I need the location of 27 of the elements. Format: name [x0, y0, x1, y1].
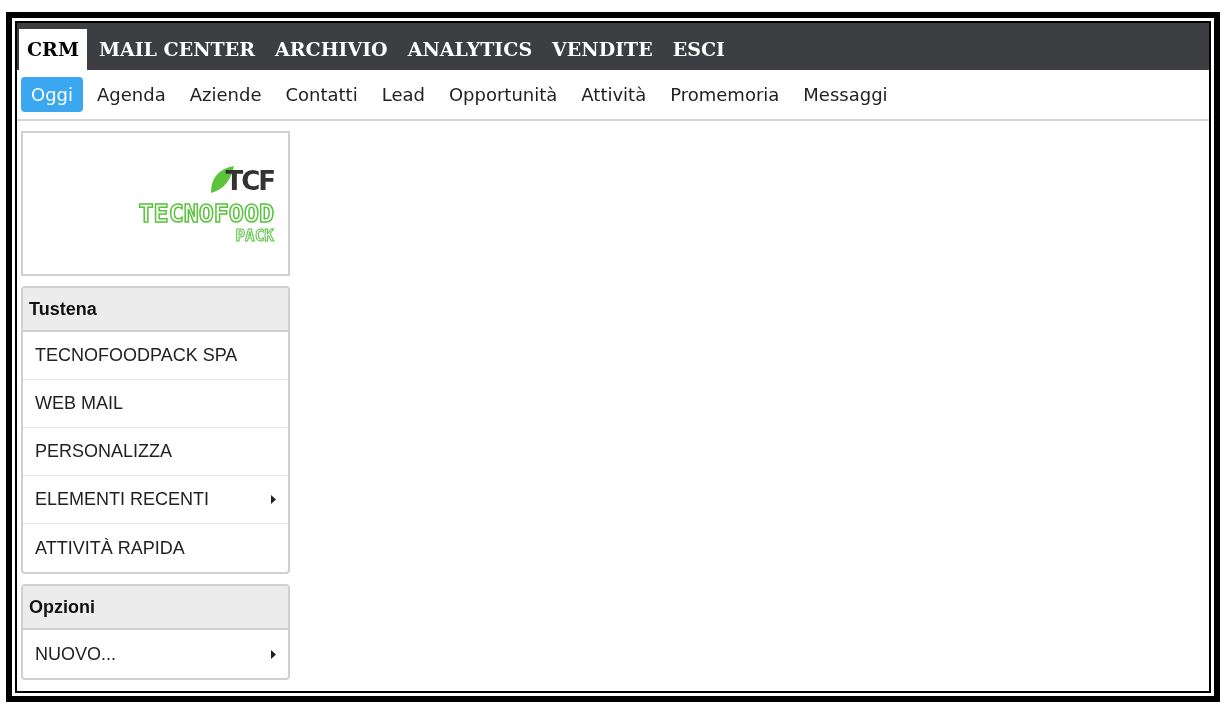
top-menu-tab[interactable]: ARCHIVIO [267, 29, 396, 70]
sidebar-item[interactable]: NUOVO... [23, 630, 288, 678]
top-menu-tab[interactable]: ANALYTICS [399, 29, 541, 70]
top-menu-tab[interactable]: MAIL CENTER [90, 29, 263, 70]
sub-menu-tab[interactable]: Agenda [87, 77, 176, 112]
caret-icon [271, 649, 276, 659]
top-menu-tab[interactable]: VENDITE [544, 29, 661, 70]
top-menu-tab[interactable]: ESCI [664, 29, 733, 70]
sidebar-item[interactable]: PERSONALIZZA [23, 428, 288, 476]
sub-menu-tab[interactable]: Contatti [275, 77, 368, 112]
logo-mark: TCF [225, 165, 274, 198]
panel-header: Opzioni [23, 586, 288, 630]
sub-menu-tab[interactable]: Opportunità [438, 77, 568, 112]
panel-header: Tustena [23, 288, 288, 332]
sub-menu-tab[interactable]: Lead [371, 77, 435, 112]
sub-menu-tab[interactable]: Promemoria [660, 77, 790, 112]
logo-name: TECNOFOOD [138, 201, 274, 227]
sub-menu-tab[interactable]: Attività [571, 77, 657, 112]
sub-menu-tab[interactable]: Messaggi [793, 77, 898, 112]
sidebar-item[interactable]: WEB MAIL [23, 380, 288, 428]
logo-subtitle: PACK [235, 227, 274, 245]
sub-menu-tab[interactable]: Aziende [179, 77, 272, 112]
sidebar-item[interactable]: ELEMENTI RECENTI [23, 476, 288, 524]
sidebar-item[interactable]: TECNOFOODPACK SPA [23, 332, 288, 380]
top-menu-tab[interactable]: CRM [19, 29, 87, 70]
caret-icon [271, 495, 276, 504]
sidebar-item[interactable]: ATTIVITÀ RAPIDA [23, 524, 288, 572]
